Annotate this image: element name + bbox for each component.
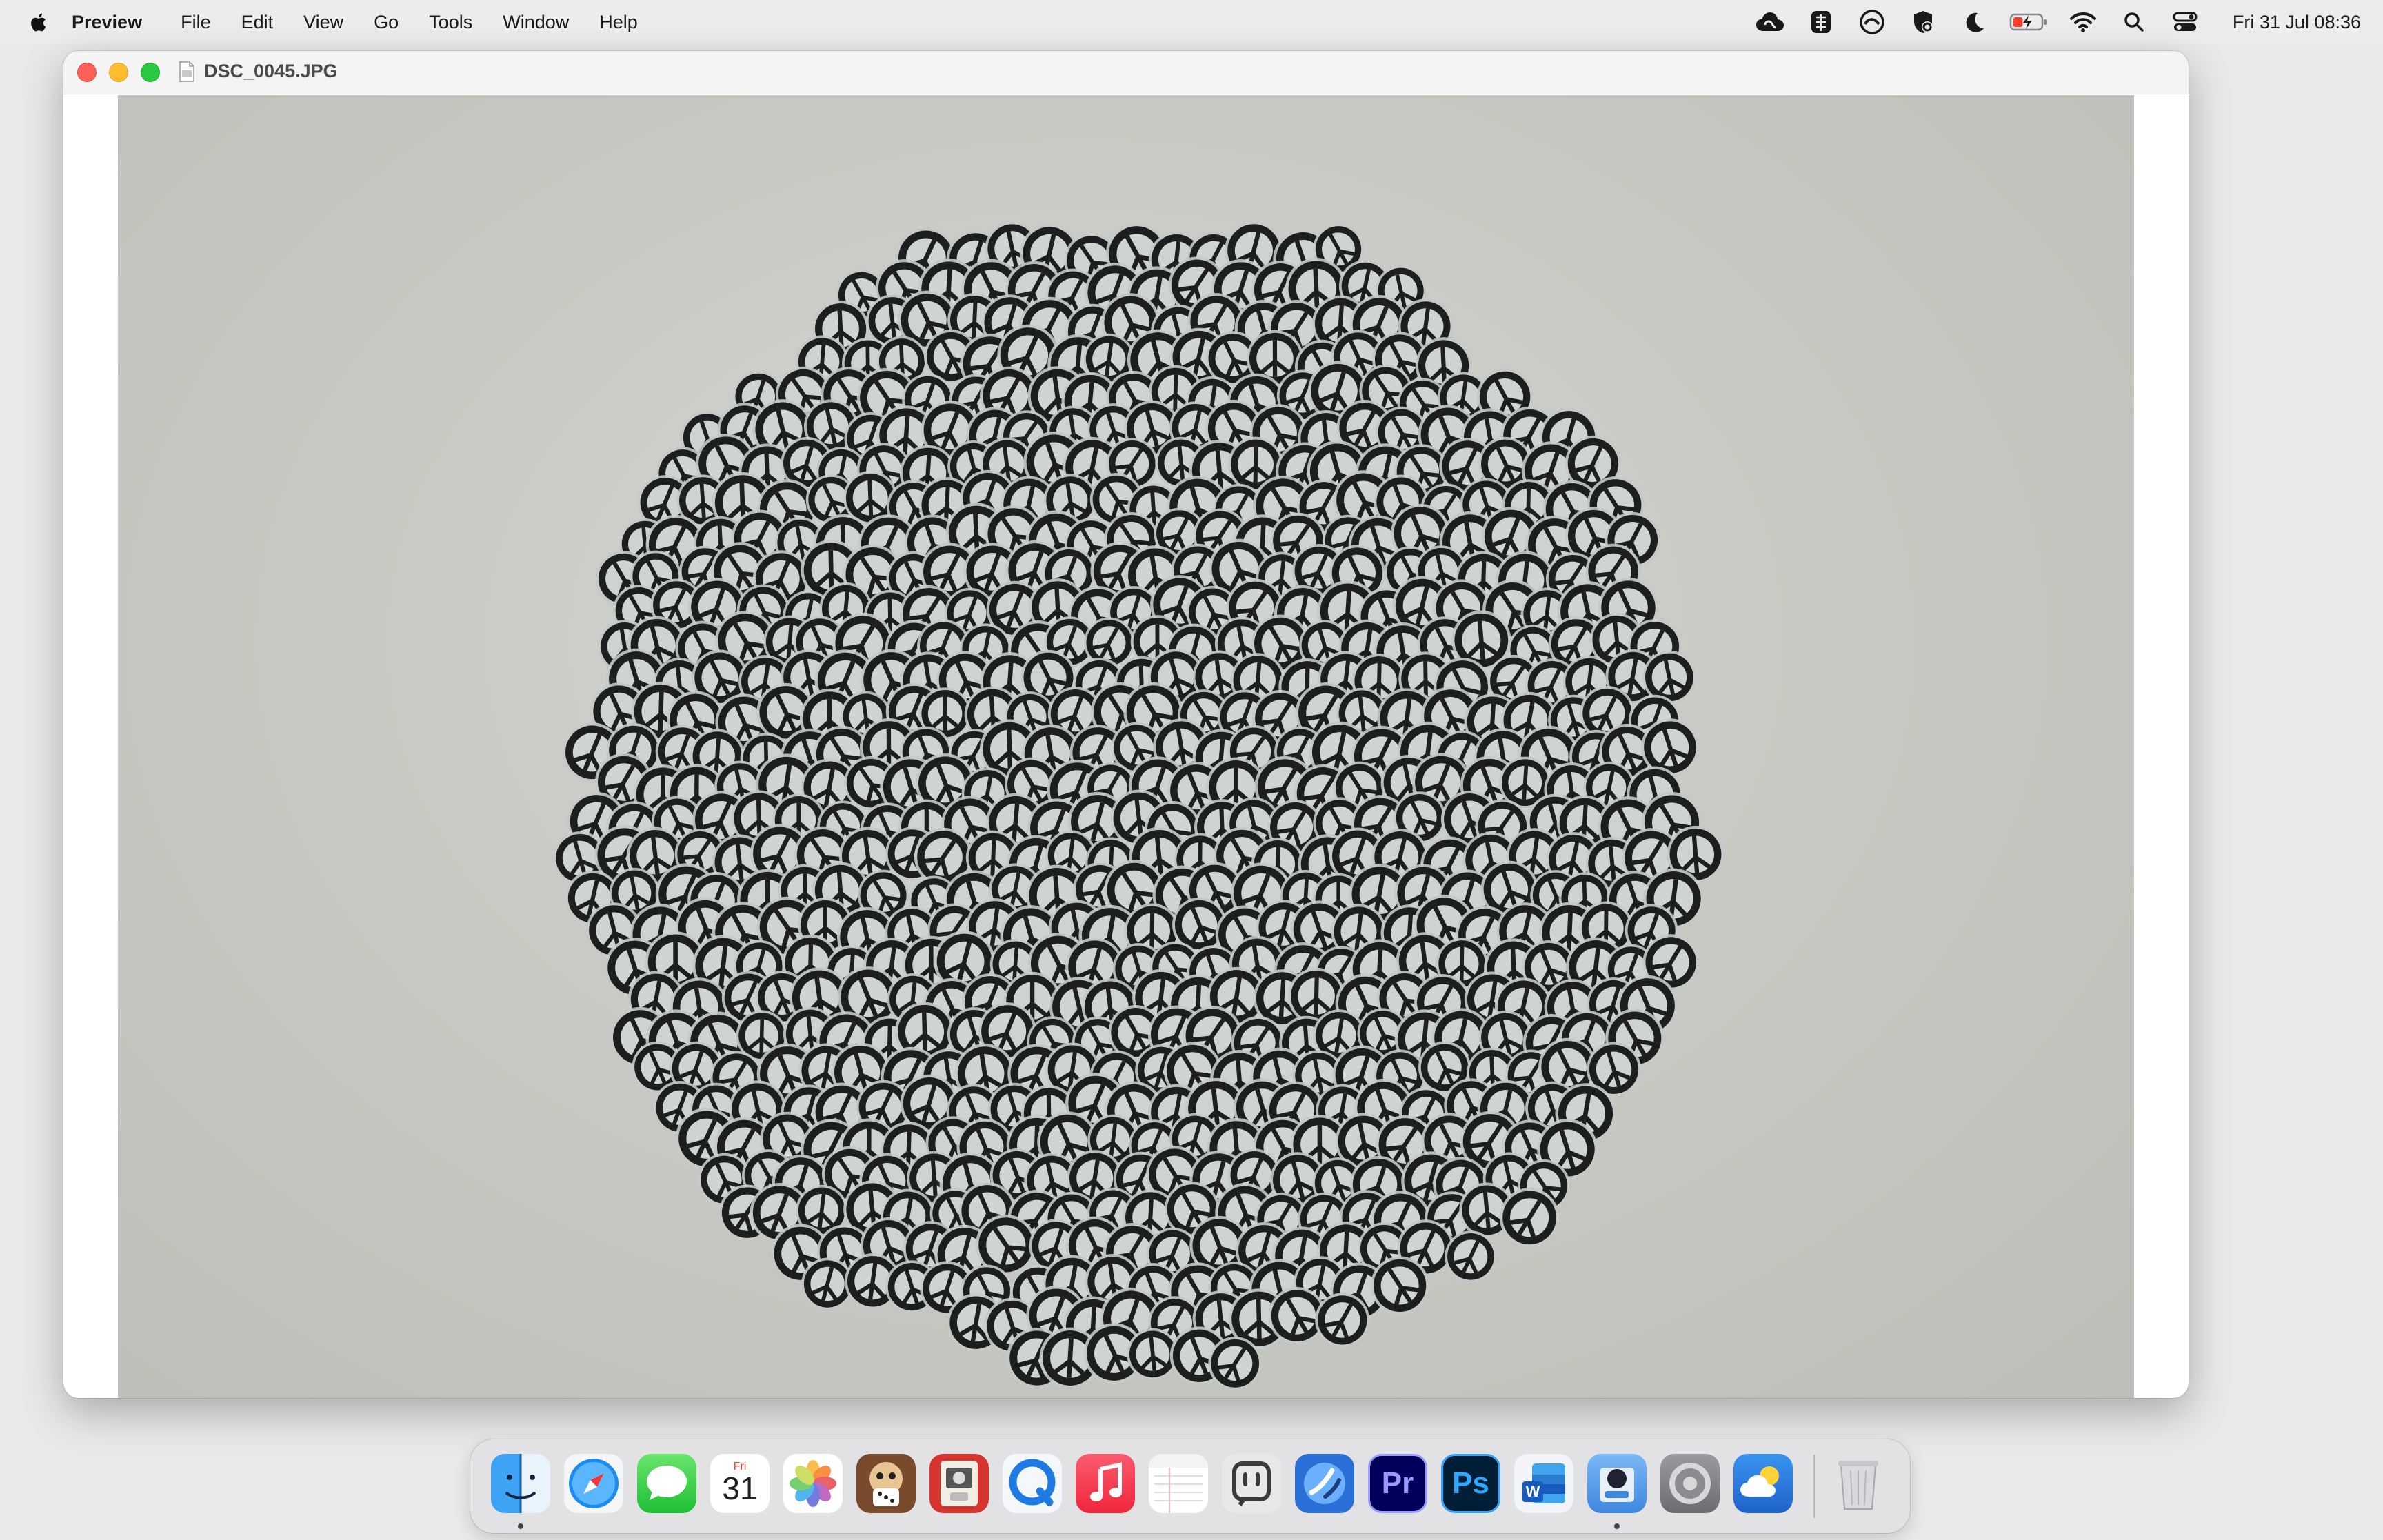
premiere-pro-icon[interactable]: Pr (1368, 1454, 1427, 1513)
photoshop-label: Ps (1452, 1466, 1489, 1500)
notes-icon[interactable] (1149, 1454, 1208, 1513)
cc-sync-icon[interactable] (1856, 8, 1888, 36)
word-label: W (1522, 1481, 1543, 1502)
minimize-window-button[interactable] (109, 63, 128, 82)
finder-running-indicator (518, 1523, 523, 1529)
calendar-icon[interactable]: Fri 31 (710, 1454, 770, 1513)
menu-app-name[interactable]: Preview (72, 0, 142, 44)
status-area: Fri 31 Jul 08:36 (1735, 0, 2383, 44)
document-title[interactable]: DSC_0045.JPG (204, 61, 338, 82)
menu-file[interactable]: File (181, 0, 211, 44)
trash-icon[interactable] (1829, 1454, 1888, 1513)
menu-edit[interactable]: Edit (241, 0, 274, 44)
messages-icon[interactable] (637, 1454, 696, 1513)
spotlight-search-icon[interactable] (2118, 8, 2150, 36)
photos-icon[interactable] (783, 1454, 843, 1513)
finder-icon[interactable] (491, 1454, 550, 1513)
preview-icon[interactable] (1587, 1454, 1647, 1513)
dice-app-icon[interactable] (856, 1454, 916, 1513)
word-icon[interactable]: W (1514, 1454, 1573, 1513)
menu-bar: Preview File Edit View Go Tools Window H… (0, 0, 2383, 44)
system-settings-icon[interactable] (1660, 1454, 1720, 1513)
cell-tower-extension-icon[interactable] (1805, 8, 1837, 36)
apple-logo-icon[interactable] (25, 8, 52, 36)
photo-image (118, 95, 2134, 1398)
calendar-day-number: 31 (722, 1470, 758, 1506)
zoom-window-button[interactable] (141, 63, 160, 82)
window-titlebar[interactable]: DSC_0045.JPG (63, 51, 2189, 94)
premiere-pro-label: Pr (1381, 1466, 1414, 1500)
creative-cloud-icon[interactable] (1754, 8, 1786, 36)
battery-charging-icon[interactable] (2009, 8, 2048, 36)
safari-icon[interactable] (564, 1454, 623, 1513)
menu-go[interactable]: Go (374, 0, 399, 44)
music-icon[interactable] (1076, 1454, 1135, 1513)
moon-focus-icon[interactable] (1958, 8, 1990, 36)
photo-booth-icon[interactable] (929, 1454, 989, 1513)
menu-window[interactable]: Window (503, 0, 569, 44)
mastodon-icon[interactable] (1222, 1454, 1281, 1513)
quicktime-icon[interactable] (1003, 1454, 1062, 1513)
jpeg-document-icon (179, 61, 194, 82)
menu-bar-clock[interactable]: Fri 31 Jul 08:36 (2233, 12, 2361, 33)
peace-stickers-photo (118, 95, 2134, 1398)
migration-icon[interactable] (1295, 1454, 1354, 1513)
shield-gear-icon[interactable] (1907, 8, 1939, 36)
battery-level-fill (2013, 17, 2023, 27)
dock: Fri 31 Pr Ps W (470, 1439, 1910, 1533)
wifi-icon[interactable] (2067, 8, 2099, 36)
control-center-icon[interactable] (2169, 8, 2201, 36)
dock-separator (1813, 1455, 1815, 1518)
menu-help[interactable]: Help (599, 0, 638, 44)
menu-tools[interactable]: Tools (429, 0, 472, 44)
photoshop-icon[interactable]: Ps (1441, 1454, 1500, 1513)
weather-icon[interactable] (1733, 1454, 1793, 1513)
menu-view[interactable]: View (303, 0, 343, 44)
sticker-cluster (547, 212, 1727, 1398)
preview-window: DSC_0045.JPG (63, 51, 2189, 1398)
close-window-button[interactable] (77, 63, 97, 82)
preview-running-indicator (1614, 1523, 1620, 1529)
